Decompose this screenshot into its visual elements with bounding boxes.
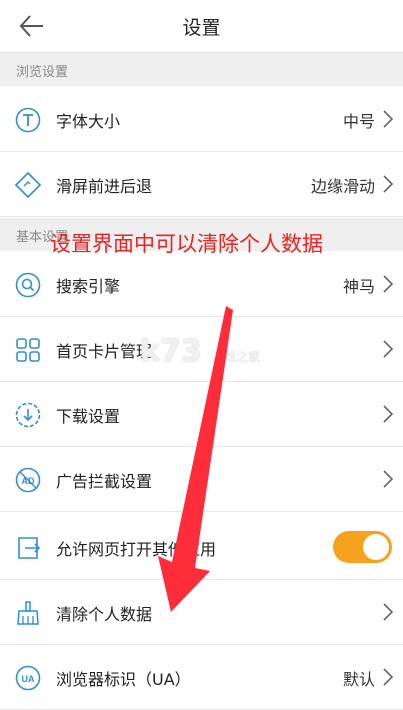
- row-swipe-label: 滑屏前进后退: [56, 177, 153, 196]
- row-font-size[interactable]: 字体大小 中号: [0, 87, 403, 152]
- row-swipe-value: 边缘滑动: [310, 177, 375, 196]
- chevron-right-icon: [383, 470, 394, 488]
- app-header: 设置: [0, 0, 403, 53]
- row-download-settings-label: 下载设置: [56, 407, 121, 426]
- ad-block-icon: AD: [15, 467, 41, 493]
- font-size-icon: [15, 107, 41, 133]
- row-browser-ua-label: 浏览器标识（UA）: [56, 670, 191, 689]
- annotation-text: 设置界面中可以清除个人数据: [50, 232, 323, 256]
- chevron-right-icon: [383, 603, 394, 621]
- broom-icon: [17, 601, 39, 625]
- row-homepage-cards-label: 首页卡片管理: [56, 342, 153, 361]
- chevron-right-icon: [383, 668, 394, 686]
- section-browse: 浏览设置: [0, 53, 403, 86]
- section-browse-label: 浏览设置: [16, 65, 69, 80]
- ua-icon: UA: [15, 665, 41, 691]
- cards-icon: [16, 338, 40, 362]
- svg-text:AD: AD: [22, 476, 35, 486]
- download-icon: [15, 402, 41, 428]
- swipe-icon: [14, 171, 42, 199]
- row-search-engine-value: 神马: [342, 277, 375, 296]
- row-ad-block[interactable]: AD 广告拦截设置: [0, 447, 403, 512]
- row-clear-personal-data-label: 清除个人数据: [56, 605, 153, 624]
- watermark-sub: 游戏之家: [212, 350, 261, 364]
- row-allow-open-apps-label: 允许网页打开其他应用: [56, 540, 217, 559]
- row-search-engine-label: 搜索引擎: [56, 277, 121, 296]
- chevron-right-icon: [383, 275, 394, 293]
- row-clear-personal-data[interactable]: 清除个人数据: [0, 580, 403, 645]
- toggle-knob: [363, 534, 389, 560]
- chevron-right-icon: [383, 175, 394, 193]
- chevron-right-icon: [383, 110, 394, 128]
- svg-text:UA: UA: [22, 674, 35, 684]
- watermark-main: k73: [140, 334, 202, 369]
- open-apps-toggle[interactable]: [333, 531, 392, 563]
- row-search-engine[interactable]: 搜索引擎 神马: [0, 252, 403, 317]
- chevron-right-icon: [383, 340, 394, 358]
- page-title: 设置: [182, 17, 221, 39]
- row-swipe[interactable]: 滑屏前进后退 边缘滑动: [0, 152, 403, 217]
- watermark-logo: k73 游戏之家: [140, 334, 260, 369]
- row-browser-ua-value: 默认: [342, 670, 375, 689]
- row-font-size-label: 字体大小: [56, 112, 121, 131]
- row-browser-ua[interactable]: UA 浏览器标识（UA） 默认: [0, 645, 403, 710]
- row-font-size-value: 中号: [342, 112, 375, 131]
- row-ad-block-label: 广告拦截设置: [56, 472, 153, 491]
- search-icon: [15, 272, 41, 298]
- open-app-icon: [18, 537, 41, 559]
- chevron-right-icon: [383, 405, 394, 423]
- row-allow-open-apps: 允许网页打开其他应用: [0, 515, 403, 580]
- row-download-settings[interactable]: 下载设置: [0, 382, 403, 447]
